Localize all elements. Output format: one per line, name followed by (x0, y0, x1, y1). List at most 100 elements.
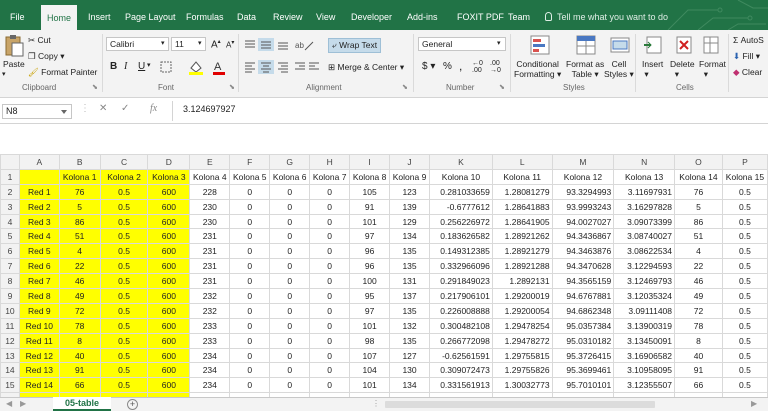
scroll-right-icon[interactable]: ▶ (20, 399, 26, 408)
autosum-button[interactable]: Σ AutoS (733, 35, 764, 45)
cell[interactable]: Red 3 (18, 213, 60, 230)
cell[interactable]: 0 (229, 243, 271, 260)
cell[interactable]: 0 (269, 273, 311, 290)
cell[interactable]: 95.7010101 (551, 377, 615, 394)
confirm-icon[interactable]: ✓ (121, 103, 129, 114)
cell[interactable]: Kolona 8 (349, 168, 391, 185)
cell[interactable]: 0 (309, 302, 351, 319)
cell[interactable]: 230 (189, 213, 231, 230)
cell[interactable]: 0.217906101 (429, 288, 493, 304)
cell[interactable]: 231 (189, 273, 231, 290)
row-header[interactable]: 8 (0, 273, 20, 290)
cell[interactable]: 0.5 (99, 243, 149, 260)
format-as-table-icon[interactable] (576, 35, 598, 57)
cell[interactable]: 232 (189, 288, 231, 304)
scroll-left-icon[interactable]: ◀ (6, 399, 12, 408)
cell[interactable]: 129 (389, 213, 431, 230)
fill-button[interactable]: ⬇ Fill ▾ (733, 51, 760, 62)
cell[interactable]: 0 (269, 302, 311, 319)
column-header[interactable]: K (429, 154, 493, 170)
cell[interactable]: 232 (189, 302, 231, 319)
cell[interactable]: 0.226008888 (429, 302, 493, 319)
cell[interactable]: 3.13900319 (613, 317, 676, 334)
cell[interactable]: 0.309072473 (429, 362, 493, 379)
cell[interactable]: 1.2892131 (491, 273, 553, 290)
cell[interactable]: 130 (389, 362, 431, 379)
cell[interactable]: 3.08622534 (613, 243, 676, 260)
cell[interactable]: 231 (189, 243, 231, 260)
row-header[interactable]: 1 (0, 168, 20, 185)
cell[interactable]: 1.28081279 (491, 183, 553, 200)
cell[interactable]: 233 (189, 317, 231, 334)
cell[interactable]: Red 14 (18, 377, 60, 394)
cell[interactable]: 600 (147, 288, 191, 304)
cell[interactable]: 0.5 (721, 377, 768, 394)
cell[interactable]: 0 (269, 183, 311, 200)
cell[interactable]: 40 (674, 347, 723, 364)
column-header[interactable]: I (349, 154, 391, 170)
conditional-formatting-icon[interactable] (530, 35, 552, 57)
tab-page-layout[interactable]: Page Layout (125, 0, 176, 30)
cell[interactable]: Red 10 (18, 317, 60, 334)
cell[interactable]: 0.332966096 (429, 258, 493, 275)
cell[interactable]: 234 (189, 362, 231, 379)
font-name-select[interactable]: Calibri ▾ (106, 37, 169, 51)
alignment-launcher-icon[interactable]: ⬊ (402, 83, 408, 91)
cell[interactable]: Red 9 (18, 302, 60, 319)
column-header[interactable]: A (18, 154, 60, 170)
cell[interactable]: 0.5 (99, 228, 149, 245)
decrease-decimal-button[interactable]: .00 →0 (490, 60, 501, 74)
bold-button[interactable]: B (110, 61, 117, 72)
cell[interactable]: 0.291849023 (429, 273, 493, 290)
tab-developer[interactable]: Developer (351, 0, 392, 30)
cell[interactable]: 91 (674, 362, 723, 379)
cell[interactable]: 86 (58, 213, 101, 230)
cell[interactable]: 0.5 (99, 347, 149, 364)
cell[interactable]: 3.09073399 (613, 213, 676, 230)
format-cells-button[interactable]: Format ▾ (699, 59, 726, 80)
cell[interactable]: 0 (269, 362, 311, 379)
cell[interactable]: 95.0310182 (551, 332, 615, 349)
row-header[interactable]: 6 (0, 243, 20, 260)
cell[interactable]: 94.0027027 (551, 213, 615, 230)
cell[interactable]: 0 (269, 288, 311, 304)
row-header[interactable]: 2 (0, 183, 20, 200)
delete-cells-icon[interactable] (675, 35, 695, 57)
tab-home[interactable]: Home (41, 5, 78, 30)
cell[interactable]: 1.30032773 (491, 377, 553, 394)
cell[interactable]: 131 (389, 273, 431, 290)
cell[interactable]: 3.10958095 (613, 362, 676, 379)
delete-cells-button[interactable]: Delete ▾ (670, 59, 695, 80)
cell[interactable]: 134 (389, 228, 431, 245)
cell[interactable]: 97 (349, 302, 391, 319)
cell[interactable]: 1.29478254 (491, 317, 553, 334)
cell[interactable]: Kolona 9 (389, 168, 431, 185)
row-header[interactable]: 12 (0, 332, 20, 349)
format-cells-icon[interactable] (702, 35, 722, 57)
cell[interactable]: 0 (269, 198, 311, 215)
cell[interactable]: 1.29478272 (491, 332, 553, 349)
vertical-align-icons[interactable]: ab (243, 38, 323, 52)
cancel-icon[interactable]: ✕ (99, 103, 107, 114)
cell[interactable]: 0 (309, 243, 351, 260)
cell[interactable]: 0 (309, 213, 351, 230)
number-launcher-icon[interactable]: ⬊ (499, 83, 505, 91)
cell[interactable]: 49 (58, 288, 101, 304)
cell[interactable]: 127 (389, 347, 431, 364)
cell[interactable]: 0 (229, 317, 271, 334)
cell[interactable]: 0 (269, 258, 311, 275)
column-header[interactable]: C (99, 154, 149, 170)
cell[interactable]: 1.29755826 (491, 362, 553, 379)
insert-function-icon[interactable]: fx (150, 103, 157, 114)
cell[interactable]: Kolona 3 (147, 168, 191, 185)
tell-me-search[interactable]: Tell me what you want to do (545, 0, 668, 30)
sheet-table[interactable]: ABCDEFGHIJKLMNOP 1 Kolona 1 Kolona 2 Kolona… (0, 154, 768, 397)
column-header[interactable]: P (721, 154, 768, 170)
cell[interactable]: 132 (389, 317, 431, 334)
tab-review[interactable]: Review (273, 0, 303, 30)
column-header[interactable]: N (613, 154, 676, 170)
cell[interactable]: 0.5 (721, 332, 768, 349)
row-header[interactable]: 4 (0, 213, 20, 230)
cell[interactable]: 0.5 (721, 228, 768, 245)
cell[interactable]: 600 (147, 332, 191, 349)
